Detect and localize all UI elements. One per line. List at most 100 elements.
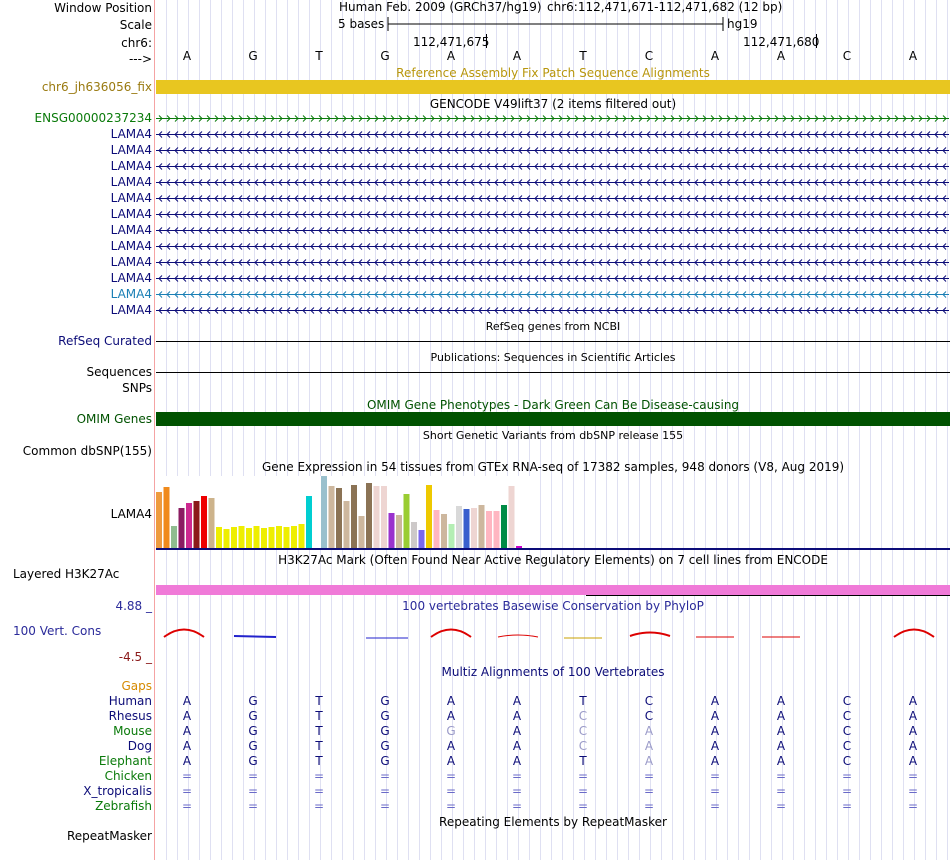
gtex-tissue-bar[interactable] [321, 476, 327, 548]
gtex-tissue-bar[interactable] [343, 501, 350, 548]
reverse-strand-gene[interactable] [156, 208, 949, 221]
h3k27ac-label[interactable]: Layered H3K27Ac [13, 567, 119, 581]
gtex-tissue-bar[interactable] [313, 507, 320, 548]
gtex-tissue-bar[interactable] [163, 487, 170, 548]
h3k27ac-bar[interactable] [156, 585, 950, 595]
gtex-tissue-bar[interactable] [216, 527, 222, 548]
gtex-tissue-bar[interactable] [336, 488, 342, 548]
fix-patch-label[interactable]: chr6_jh636056_fix [42, 80, 152, 94]
phylop-graph[interactable] [156, 620, 950, 660]
gtex-tissue-bar[interactable] [493, 511, 500, 548]
gtex-tissue-bar[interactable] [411, 522, 417, 548]
gtex-tissue-bar[interactable] [208, 498, 215, 548]
gencode-item-label[interactable]: LAMA4 [111, 175, 152, 189]
gtex-tissue-bar[interactable] [471, 508, 477, 548]
gencode-item-label[interactable]: LAMA4 [111, 207, 152, 221]
gtex-tissue-bar[interactable] [486, 511, 492, 548]
gtex-tissue-bar[interactable] [478, 505, 485, 548]
gtex-tissue-bar[interactable] [178, 508, 185, 548]
phylop-min-label: -4.5 _ [118, 650, 152, 664]
gencode-item-label[interactable]: LAMA4 [111, 223, 152, 237]
phylop-peak [629, 631, 671, 637]
gencode-item-label[interactable]: LAMA4 [111, 143, 152, 157]
gtex-tissue-bar[interactable] [253, 526, 260, 548]
track-area[interactable]: Human Feb. 2009 (GRCh37/hg19) chr6:112,4… [156, 0, 950, 860]
reverse-strand-gene[interactable] [156, 192, 949, 205]
gtex-tissue-bar[interactable] [358, 516, 365, 548]
gencode-item-label[interactable]: LAMA4 [111, 239, 152, 253]
fix-patch-bar[interactable] [156, 80, 950, 94]
gtex-label[interactable]: LAMA4 [111, 507, 152, 521]
gtex-tissue-bar[interactable] [193, 501, 200, 548]
gtex-tissue-bar[interactable] [373, 486, 380, 548]
gencode-item-label[interactable]: ENSG00000237234 [35, 111, 152, 125]
gencode-item-label[interactable]: LAMA4 [111, 287, 152, 301]
gtex-tissue-bar[interactable] [276, 526, 282, 548]
reverse-strand-gene[interactable] [156, 288, 949, 301]
gtex-tissue-bar[interactable] [456, 506, 462, 548]
gtex-tissue-bar[interactable] [501, 505, 507, 548]
gtex-tissue-bar[interactable] [463, 509, 470, 548]
gtex-tissue-bar[interactable] [396, 515, 402, 548]
gtex-chart[interactable] [156, 476, 950, 548]
gtex-tissue-bar[interactable] [418, 530, 425, 548]
gtex-tissue-bar[interactable] [351, 485, 357, 548]
repeatmasker-label[interactable]: RepeatMasker [67, 829, 152, 843]
omim-bar[interactable] [156, 412, 950, 426]
gtex-tissue-bar[interactable] [283, 527, 290, 548]
dbsnp-label[interactable]: Common dbSNP(155) [23, 444, 152, 458]
publications-label[interactable]: Sequences [87, 365, 152, 379]
gencode-item-label[interactable]: LAMA4 [111, 255, 152, 269]
reverse-strand-gene[interactable] [156, 144, 949, 157]
gtex-tissue-bar[interactable] [261, 528, 267, 548]
gtex-tissue-bar[interactable] [298, 524, 305, 548]
gencode-item-label[interactable]: LAMA4 [111, 159, 152, 173]
gtex-tissue-bar[interactable] [366, 483, 372, 548]
gtex-tissue-bar[interactable] [403, 494, 410, 548]
gtex-tissue-bar[interactable] [381, 486, 387, 548]
reverse-strand-gene[interactable] [156, 272, 949, 285]
reverse-strand-gene[interactable] [156, 160, 949, 173]
refseq-label[interactable]: RefSeq Curated [58, 334, 152, 348]
gtex-tissue-bar[interactable] [328, 486, 335, 548]
species-label[interactable]: Human [109, 694, 152, 708]
gtex-tissue-bar[interactable] [171, 526, 177, 548]
gtex-tissue-bar[interactable] [291, 526, 297, 548]
species-label[interactable]: Rhesus [109, 709, 152, 723]
reverse-strand-gene[interactable] [156, 176, 949, 189]
gtex-tissue-bar[interactable] [508, 486, 515, 548]
species-label[interactable]: Mouse [113, 724, 152, 738]
gtex-tissue-bar[interactable] [156, 492, 162, 548]
gencode-item-label[interactable]: LAMA4 [111, 127, 152, 141]
gencode-item-label[interactable]: LAMA4 [111, 271, 152, 285]
reverse-strand-gene[interactable] [156, 256, 949, 269]
phylop-label[interactable]: 100 Vert. Cons [13, 624, 101, 638]
gencode-item-label[interactable]: LAMA4 [111, 303, 152, 317]
gtex-tissue-bar[interactable] [268, 527, 275, 548]
gtex-tissue-bar[interactable] [426, 485, 432, 548]
reverse-strand-gene[interactable] [156, 128, 949, 141]
gtex-tissue-bar[interactable] [388, 513, 395, 548]
gtex-tissue-bar[interactable] [441, 514, 447, 548]
species-label[interactable]: X_tropicalis [83, 784, 152, 798]
gtex-tissue-bar[interactable] [186, 503, 192, 548]
gtex-tissue-bar[interactable] [223, 529, 230, 548]
gtex-tissue-bar[interactable] [306, 496, 312, 548]
omim-label[interactable]: OMIM Genes [77, 412, 152, 426]
gtex-tissue-bar[interactable] [246, 528, 252, 548]
gtex-tissue-bar[interactable] [433, 510, 440, 548]
species-label[interactable]: Zebrafish [95, 799, 152, 813]
gtex-tissue-bar[interactable] [231, 527, 237, 548]
reverse-strand-gene[interactable] [156, 304, 949, 317]
forward-strand-gene[interactable] [156, 112, 949, 125]
reverse-strand-gene[interactable] [156, 240, 949, 253]
reverse-strand-gene[interactable] [156, 224, 949, 237]
gencode-item-label[interactable]: LAMA4 [111, 191, 152, 205]
gtex-tissue-bar[interactable] [201, 496, 207, 548]
gtex-tissue-bar[interactable] [238, 526, 245, 548]
species-label[interactable]: Chicken [105, 769, 152, 783]
snps-label[interactable]: SNPs [122, 381, 152, 395]
species-label[interactable]: Elephant [99, 754, 152, 768]
gtex-tissue-bar[interactable] [448, 524, 455, 548]
species-label[interactable]: Dog [128, 739, 152, 753]
